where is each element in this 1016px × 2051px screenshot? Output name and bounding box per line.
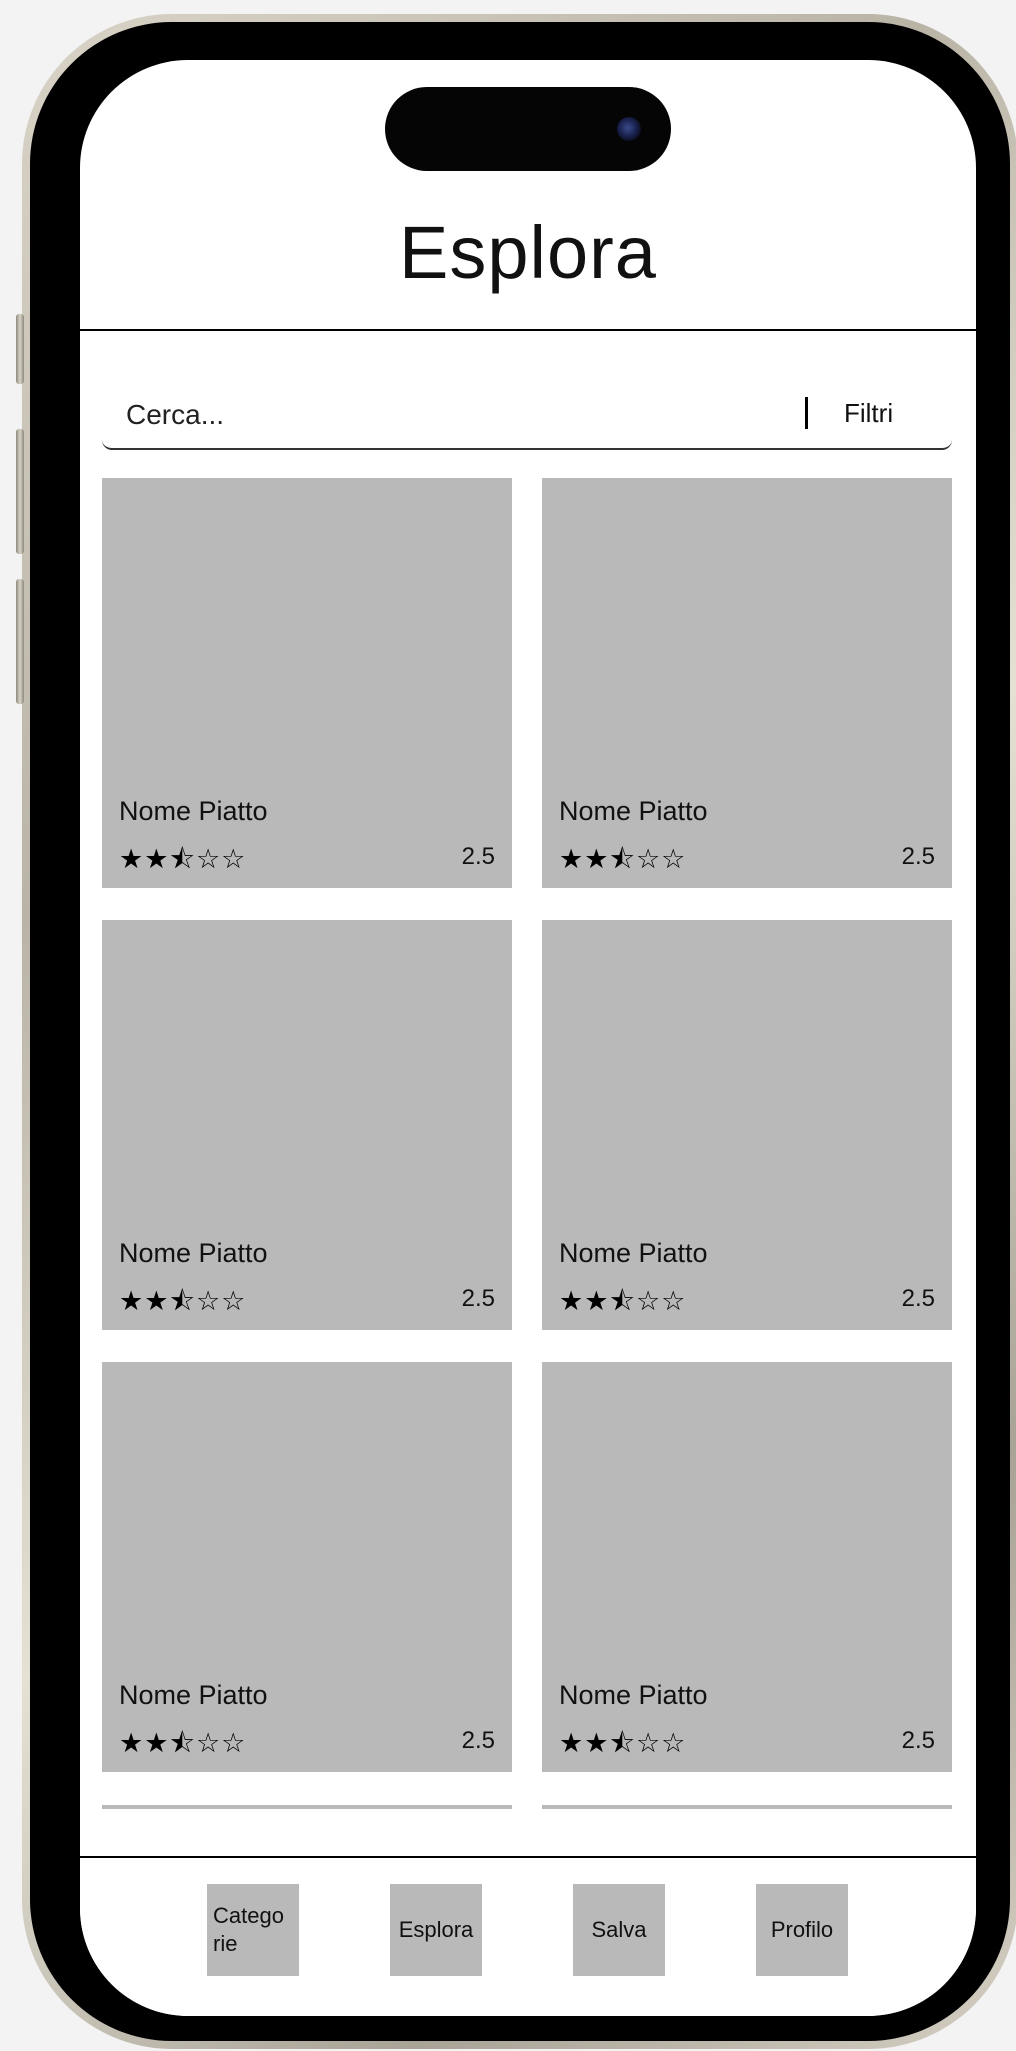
star-rating-icon: ★★⯪☆☆: [119, 1728, 247, 1758]
star-rating-icon: ★★⯪☆☆: [559, 1728, 687, 1758]
rating-score: 2.5: [901, 1727, 935, 1754]
app-screen: Esplora Filtri Nome Piatto ★★⯪☆☆ 2.5 Nom…: [80, 60, 976, 2016]
nav-item-esplora[interactable]: Esplora: [390, 1884, 482, 1976]
dish-name: Nome Piatto: [119, 1238, 268, 1268]
nav-item-salva[interactable]: Salva: [573, 1884, 665, 1976]
dish-name: Nome Piatto: [119, 796, 268, 826]
dish-name: Nome Piatto: [119, 1680, 268, 1710]
bottom-nav: Catego rie Esplora Salva Profilo: [80, 1856, 976, 2016]
dish-card[interactable]: Nome Piatto ★★⯪☆☆ 2.5: [542, 1362, 952, 1772]
star-rating-icon: ★★⯪☆☆: [559, 844, 687, 874]
dish-card-partial[interactable]: [102, 1805, 512, 1809]
nav-item-label: Salva: [591, 1917, 647, 1942]
page-title: Esplora: [399, 211, 657, 294]
dish-name: Nome Piatto: [559, 1680, 708, 1710]
rating-score: 2.5: [901, 843, 935, 870]
dish-card[interactable]: Nome Piatto ★★⯪☆☆ 2.5: [542, 920, 952, 1330]
search-divider: [805, 397, 808, 429]
dish-card-partial[interactable]: [542, 1805, 952, 1809]
action-button: [16, 314, 24, 384]
dynamic-island: [385, 87, 671, 171]
search-bar: Filtri: [102, 380, 952, 450]
nav-item-categorie[interactable]: Catego rie: [207, 1884, 299, 1976]
rating-score: 2.5: [461, 843, 495, 870]
volume-down-button: [16, 579, 24, 704]
dish-card[interactable]: Nome Piatto ★★⯪☆☆ 2.5: [542, 478, 952, 888]
filter-button[interactable]: Filtri: [844, 398, 893, 429]
nav-item-label: Catego rie: [213, 1903, 284, 1956]
star-rating-icon: ★★⯪☆☆: [119, 844, 247, 874]
nav-item-profilo[interactable]: Profilo: [756, 1884, 848, 1976]
nav-item-label: Profilo: [770, 1917, 834, 1942]
star-rating-icon: ★★⯪☆☆: [559, 1286, 687, 1316]
dish-card[interactable]: Nome Piatto ★★⯪☆☆ 2.5: [102, 1362, 512, 1772]
star-rating-icon: ★★⯪☆☆: [119, 1286, 247, 1316]
header: Esplora: [80, 60, 976, 331]
rating-score: 2.5: [461, 1285, 495, 1312]
search-input[interactable]: [124, 396, 728, 434]
dish-name: Nome Piatto: [559, 1238, 708, 1268]
rating-score: 2.5: [901, 1285, 935, 1312]
front-camera: [617, 117, 641, 141]
dish-card[interactable]: Nome Piatto ★★⯪☆☆ 2.5: [102, 478, 512, 888]
nav-item-label: Esplora: [398, 1917, 474, 1942]
dish-card[interactable]: Nome Piatto ★★⯪☆☆ 2.5: [102, 920, 512, 1330]
volume-up-button: [16, 429, 24, 554]
dish-name: Nome Piatto: [559, 796, 708, 826]
rating-score: 2.5: [461, 1727, 495, 1754]
